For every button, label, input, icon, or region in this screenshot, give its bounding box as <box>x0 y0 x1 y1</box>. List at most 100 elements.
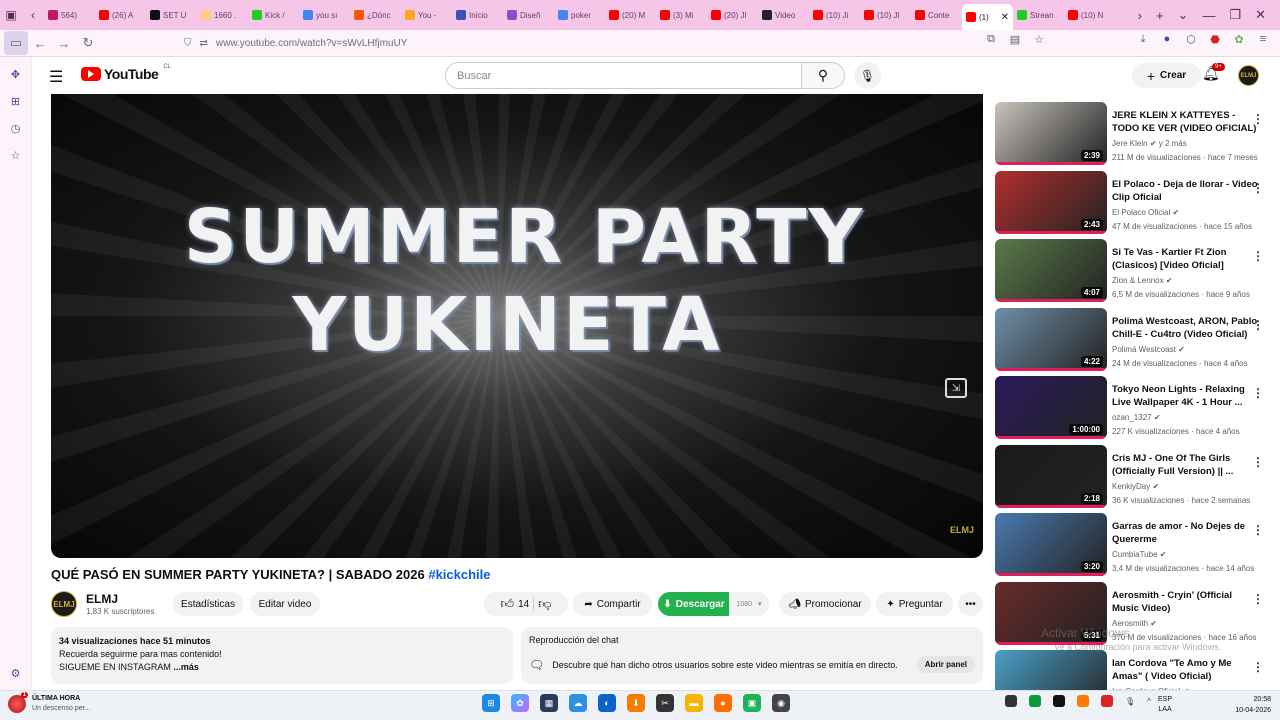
streamlabs-icon[interactable]: ▣ <box>743 694 761 712</box>
account-avatar[interactable]: ELMJ <box>1238 65 1259 86</box>
more-vert-icon[interactable]: ⋮ <box>1252 112 1264 126</box>
reader-view-icon[interactable]: ▤ <box>1008 32 1022 46</box>
permissions-icon[interactable]: ⇄ <box>200 38 208 49</box>
browser-tab[interactable]: (20) M <box>605 4 656 26</box>
more-vert-icon[interactable]: ⋮ <box>1252 318 1264 332</box>
related-channel[interactable]: Polimá Westcoast ✔ <box>1112 345 1185 354</box>
task-view-icon[interactable]: ▦ <box>540 694 558 712</box>
create-button[interactable]: + Crear <box>1132 63 1201 88</box>
start-button-icon[interactable]: ⊞ <box>482 694 500 712</box>
sidebar-toggle-icon[interactable]: ▭ <box>4 31 28 55</box>
tray-nvidia-icon[interactable] <box>1053 695 1065 707</box>
video-player[interactable]: SUMMER PARTY YUKINETA ⇲ ELMJ <box>51 94 983 558</box>
browser-tab[interactable]: (26) A <box>95 4 146 26</box>
more-actions-button[interactable]: ••• <box>958 592 983 616</box>
translate-icon[interactable]: ⧉ <box>984 32 998 46</box>
favorites-icon[interactable]: ☆ <box>7 146 25 164</box>
browser-tab[interactable]: 564) <box>44 4 95 26</box>
bookmark-star-icon[interactable]: ☆ <box>1032 32 1046 46</box>
more-vert-icon[interactable]: ⋮ <box>1252 249 1264 263</box>
close-tab-icon[interactable]: ✕ <box>1001 12 1009 23</box>
browser-tab[interactable]: (3) Mi <box>656 4 707 26</box>
copilot-icon[interactable]: ✿ <box>511 694 529 712</box>
related-video-item[interactable]: 1:00:00 Tokyo Neon Lights - Relaxing Liv… <box>995 376 1280 440</box>
close-window-button[interactable]: ✕ <box>1255 7 1266 23</box>
related-channel[interactable]: CumbiaTube ✔ <box>1112 550 1166 559</box>
related-channel[interactable]: ozan_1327 ✔ <box>1112 413 1161 422</box>
related-thumbnail[interactable]: 3:20 <box>995 513 1107 576</box>
open-panel-button[interactable]: Abrir panel <box>916 656 975 673</box>
more-vert-icon[interactable]: ⋮ <box>1252 592 1264 606</box>
related-video-item[interactable]: Ian Cordova "Te Amo y Me Amas" ( Video O… <box>995 650 1280 690</box>
tab-scroll-left-icon[interactable]: ‹ <box>22 0 44 30</box>
tray-red-icon[interactable] <box>1101 695 1113 707</box>
back-button[interactable]: ← <box>28 31 52 55</box>
related-channel[interactable]: Aerosmith ✔ <box>1112 619 1157 628</box>
firefox-icon[interactable]: ● <box>714 694 732 712</box>
dislike-icon[interactable]: 👎︎ <box>538 596 551 612</box>
show-more-link[interactable]: ...más <box>171 662 199 672</box>
hashtag-link[interactable]: #kickchile <box>428 567 490 582</box>
related-thumbnail[interactable]: 5:31 <box>995 581 1107 645</box>
browser-tab[interactable]: Video <box>758 4 809 26</box>
search-button[interactable]: ⚲ <box>802 62 845 89</box>
tray-orange-icon[interactable] <box>1077 695 1089 707</box>
related-title[interactable]: El Polaco - Deja de llorar - Video Clip … <box>1112 178 1258 204</box>
voice-search-button[interactable]: 🎙 <box>854 62 881 89</box>
related-title[interactable]: Garras de amor - No Dejes de Quererme <box>1112 520 1258 546</box>
stats-button[interactable]: Estadísticas <box>173 592 243 616</box>
capcut-icon[interactable]: ✂ <box>656 694 674 712</box>
new-tab-button[interactable]: + <box>1156 8 1164 23</box>
more-vert-icon[interactable]: ⋮ <box>1252 660 1264 674</box>
related-video-item[interactable]: 3:20 Garras de amor - No Dejes de Querer… <box>995 513 1280 577</box>
youtube-logo[interactable]: YouTube CL <box>81 64 171 82</box>
related-channel[interactable]: KenkiyDay ✔ <box>1112 482 1159 491</box>
browser-tab[interactable]: (10) Ji <box>809 4 860 26</box>
tray-green-icon[interactable] <box>1029 695 1041 707</box>
tab-search-chevron-icon[interactable]: ⌄ <box>1178 7 1189 23</box>
browser-tab[interactable]: you sı <box>299 4 350 26</box>
related-title[interactable]: Ian Cordova "Te Amo y Me Amas" ( Video O… <box>1112 657 1258 683</box>
history-icon[interactable]: ◷ <box>7 119 25 137</box>
related-title[interactable]: Tokyo Neon Lights - Relaxing Live Wallpa… <box>1112 383 1258 409</box>
browser-tab[interactable]: You - <box>401 4 452 26</box>
ask-button[interactable]: ✦ Preguntar <box>876 592 953 616</box>
extensions-icon[interactable]: ⬡ <box>1184 32 1198 46</box>
browser-tab[interactable]: Inicio <box>452 4 503 26</box>
more-vert-icon[interactable]: ⋮ <box>1252 455 1264 469</box>
hamburger-menu-icon[interactable]: ☰ <box>49 67 63 87</box>
related-channel[interactable]: Zion & Lennox ✔ <box>1112 276 1173 285</box>
related-title[interactable]: Cris MJ - One Of The Girls (Officially F… <box>1112 452 1258 478</box>
more-vert-icon[interactable]: ⋮ <box>1252 386 1264 400</box>
related-thumbnail[interactable] <box>995 650 1107 690</box>
edit-video-button[interactable]: Editar video <box>250 592 320 616</box>
site-info-icon[interactable]: ⛉ <box>184 38 192 49</box>
file-explorer-icon[interactable]: ▬ <box>685 694 703 712</box>
extension-green-icon[interactable]: ✿ <box>1232 32 1246 46</box>
onedrive-icon[interactable]: ☁ <box>569 694 587 712</box>
forward-button[interactable]: → <box>52 31 76 55</box>
tab-scroll-right-icon[interactable]: › <box>1138 8 1142 23</box>
channel-name[interactable]: ELMJ <box>86 592 118 606</box>
search-input[interactable]: Buscar <box>445 62 802 89</box>
related-video-item[interactable]: 2:18 Cris MJ - One Of The Girls (Officia… <box>995 444 1280 509</box>
browser-tab[interactable]: ¿Dónc <box>350 4 401 26</box>
input-language[interactable]: ESP LAA <box>1158 695 1172 715</box>
browser-tab[interactable]: (10) Jl <box>860 4 911 26</box>
related-thumbnail[interactable]: 2:18 <box>995 444 1107 508</box>
related-thumbnail[interactable]: 4:07 <box>995 239 1107 302</box>
tray-app-icon[interactable] <box>1005 695 1017 707</box>
related-video-item[interactable]: 5:31 Aerosmith - Cryin' (Official Music … <box>995 581 1280 646</box>
related-thumbnail[interactable]: 4:22 <box>995 307 1107 371</box>
promote-button[interactable]: 📣︎ Promocionar <box>779 592 871 616</box>
browser-tab[interactable]: (20) Jl <box>707 4 758 26</box>
browser-tab[interactable]: (10) N <box>1064 4 1115 26</box>
related-title[interactable]: Si Te Vas - Kartier Ft Zion (Clasicos) [… <box>1112 246 1258 272</box>
related-channel[interactable]: Jere Klein ✔ y 2 más <box>1112 139 1187 148</box>
browser-tab[interactable]: Strean <box>1013 4 1064 26</box>
browser-tab[interactable]: (1) ✕ <box>962 4 1013 30</box>
profile-icon[interactable]: ● <box>1160 32 1174 46</box>
downloader-icon[interactable]: ⬇ <box>627 694 645 712</box>
clock[interactable]: 20:58 10-04-2026 <box>1223 694 1271 716</box>
microphone-tray-icon[interactable]: 🎙 <box>1125 697 1135 706</box>
